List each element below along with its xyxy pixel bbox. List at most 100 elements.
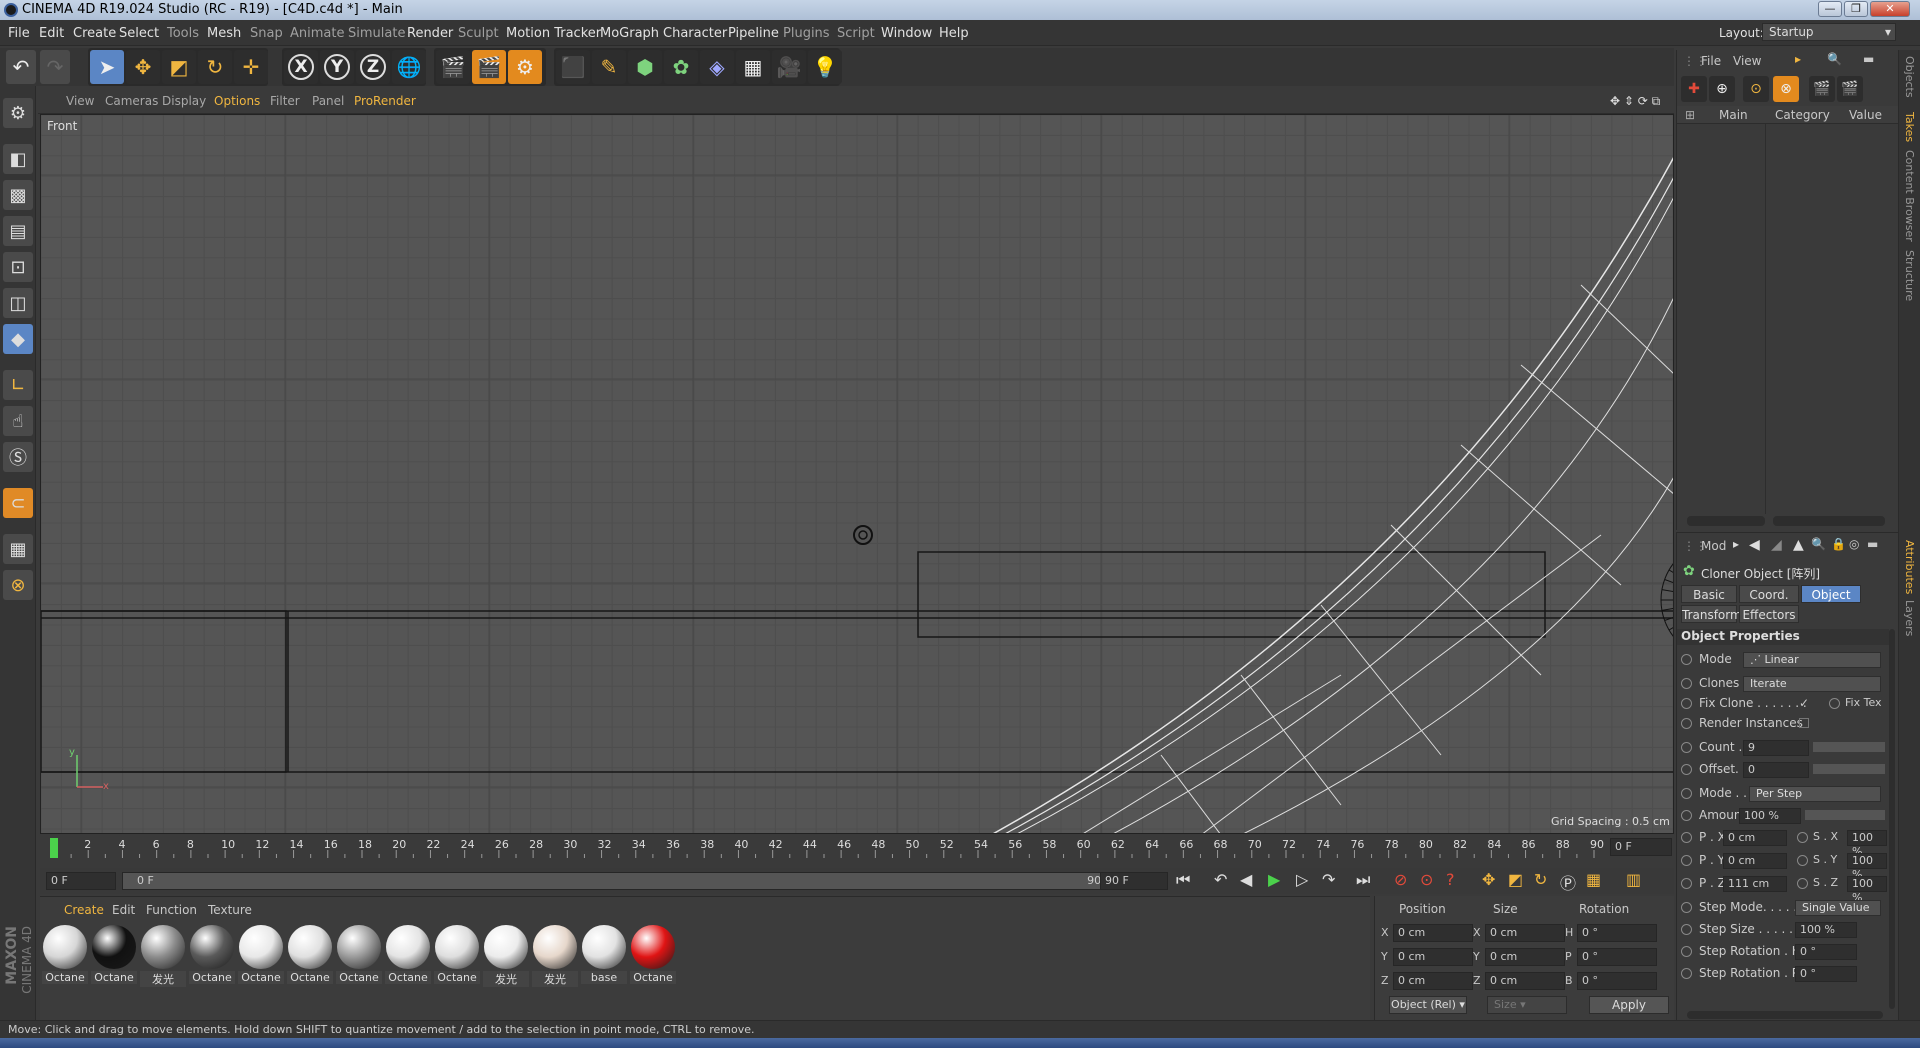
coord-rotation-field[interactable]: 0 ° bbox=[1577, 948, 1657, 966]
tweak-mode-icon[interactable]: ☝ bbox=[3, 406, 33, 436]
render-settings-icon[interactable]: ⚙ bbox=[508, 50, 542, 84]
new-window-icon[interactable]: ◎ bbox=[1849, 537, 1859, 551]
coord-size-field[interactable]: 0 cm bbox=[1485, 972, 1565, 990]
takes-icon[interactable]: ✚ bbox=[1681, 76, 1707, 102]
mode-dropdown[interactable]: ⋰ Linear bbox=[1743, 652, 1881, 668]
menu-script[interactable]: Script bbox=[837, 26, 875, 41]
texture-mode-icon[interactable]: ▩ bbox=[3, 180, 33, 210]
locked-workplane-icon[interactable]: ▦ bbox=[3, 534, 33, 564]
coord-position-field[interactable]: 0 cm bbox=[1393, 924, 1473, 942]
coord-size-dropdown[interactable]: Size ▾ bbox=[1487, 996, 1567, 1014]
menu-snap[interactable]: Snap bbox=[250, 26, 283, 41]
key-rotation-icon[interactable]: ↻ bbox=[1534, 870, 1547, 889]
autokey-icon[interactable]: ⊙ bbox=[1420, 870, 1433, 889]
count-slider[interactable] bbox=[1813, 742, 1885, 752]
layout-dropdown[interactable]: Startup ▾ bbox=[1762, 23, 1896, 41]
move-icon[interactable]: ✥ bbox=[126, 50, 160, 84]
previous-key-icon[interactable]: ↶ bbox=[1214, 870, 1227, 889]
keyframe-selection-icon[interactable]: ? bbox=[1446, 870, 1455, 889]
axis-y-button[interactable]: Y bbox=[320, 50, 354, 84]
material-item[interactable]: Octane bbox=[91, 925, 137, 989]
menu-plugins[interactable]: Plugins bbox=[783, 26, 830, 41]
menu-mograph[interactable]: MoGraph bbox=[600, 26, 659, 41]
animate-radio[interactable] bbox=[1681, 810, 1692, 821]
spline-pen-icon[interactable]: ✎ bbox=[592, 50, 626, 84]
animate-radio[interactable] bbox=[1797, 878, 1808, 889]
menu-file[interactable]: File bbox=[8, 26, 30, 41]
material-menu-edit[interactable]: Edit bbox=[112, 903, 135, 917]
scale-field[interactable]: 100 % bbox=[1847, 853, 1887, 881]
start-frame-field[interactable]: 0 F bbox=[46, 872, 116, 890]
tab-basic[interactable]: Basic bbox=[1681, 585, 1737, 603]
animate-radio[interactable] bbox=[1681, 654, 1692, 665]
left-scrollbar[interactable] bbox=[1687, 516, 1765, 526]
menu-pipeline[interactable]: Pipeline bbox=[728, 26, 779, 41]
render-view-icon[interactable]: 🎬 bbox=[436, 50, 470, 84]
position-field[interactable]: 111 cm bbox=[1723, 876, 1787, 892]
viewport-menu-cameras[interactable]: Cameras bbox=[105, 94, 158, 108]
step-rotation-h-field[interactable]: 0 ° bbox=[1795, 944, 1857, 960]
close-button[interactable]: ✕ bbox=[1870, 1, 1910, 17]
amount-field[interactable]: 100 % bbox=[1739, 808, 1801, 824]
animate-radio[interactable] bbox=[1681, 698, 1692, 709]
animate-radio[interactable] bbox=[1681, 878, 1692, 889]
lock-icon[interactable]: 🔒 bbox=[1831, 537, 1846, 551]
material-item[interactable]: base bbox=[581, 925, 627, 989]
scale-field[interactable]: 100 % bbox=[1847, 830, 1887, 858]
menu-edit[interactable]: Edit bbox=[39, 26, 64, 41]
menu-create[interactable]: Create bbox=[73, 26, 116, 41]
material-item[interactable]: Octane bbox=[189, 925, 235, 989]
step-size-field[interactable]: 100 % bbox=[1795, 922, 1857, 938]
previous-frame-icon[interactable]: ◀ bbox=[1240, 870, 1252, 889]
tab-objects[interactable]: Objects bbox=[1903, 56, 1916, 98]
menu-sculpt[interactable]: Sculpt bbox=[458, 26, 499, 41]
position-field[interactable]: 0 cm bbox=[1723, 830, 1787, 846]
amount-slider[interactable] bbox=[1805, 810, 1885, 820]
animate-radio[interactable] bbox=[1681, 855, 1692, 866]
camera-icon[interactable]: 🎥 bbox=[772, 50, 806, 84]
apply-button[interactable]: Apply bbox=[1589, 996, 1669, 1014]
menu-motion-tracker[interactable]: Motion Tracker bbox=[506, 26, 601, 41]
up-arrow-icon[interactable]: ◢ bbox=[1771, 537, 1782, 553]
animate-radio[interactable] bbox=[1681, 742, 1692, 753]
animate-radio[interactable] bbox=[1681, 924, 1692, 935]
material-menu-create[interactable]: Create bbox=[64, 903, 104, 917]
key-scale-icon[interactable]: ◩ bbox=[1508, 870, 1523, 889]
redo-icon[interactable]: ↷ bbox=[40, 50, 70, 84]
axis-z-button[interactable]: Z bbox=[356, 50, 390, 84]
cube-icon[interactable]: ⬛ bbox=[556, 50, 590, 84]
attr-scrollbar[interactable] bbox=[1889, 629, 1895, 1009]
menu-window[interactable]: Window bbox=[881, 26, 932, 41]
animate-radio[interactable] bbox=[1681, 832, 1692, 843]
make-editable-icon[interactable]: ⚙ bbox=[3, 98, 33, 128]
viewport-front[interactable]: Front y x Grid Spacing : 0.5 cm bbox=[40, 114, 1674, 834]
timeline-window-icon[interactable]: ▥ bbox=[1626, 870, 1641, 889]
position-field[interactable]: 0 cm bbox=[1723, 853, 1787, 869]
panel-icon[interactable]: ▬ bbox=[1867, 537, 1878, 551]
animate-radio[interactable] bbox=[1681, 718, 1692, 729]
record-keys-icon[interactable]: ⊘ bbox=[1394, 870, 1407, 889]
material-item[interactable]: Octane bbox=[630, 925, 676, 989]
material-item[interactable]: Octane bbox=[434, 925, 480, 989]
key-parameter-icon[interactable]: Ⓟ bbox=[1560, 870, 1576, 894]
mode-step-dropdown[interactable]: Per Step bbox=[1749, 786, 1881, 802]
axis-mode-icon[interactable]: ∟ bbox=[3, 370, 33, 400]
material-item[interactable]: Octane bbox=[336, 925, 382, 989]
transform-icon[interactable]: ✛ bbox=[234, 50, 268, 84]
current-frame-field[interactable]: 0 F bbox=[1610, 838, 1672, 856]
deformer-icon[interactable]: ◈ bbox=[700, 50, 734, 84]
tab-content-browser[interactable]: Content Browser bbox=[1903, 150, 1916, 242]
auto-take-icon[interactable]: ⊙ bbox=[1743, 76, 1769, 102]
render-all-takes-icon[interactable]: 🎬 bbox=[1837, 76, 1863, 102]
go-to-end-icon[interactable]: ⏭ bbox=[1356, 870, 1370, 890]
objmgr-menu-file[interactable]: File bbox=[1701, 54, 1721, 68]
search-icon[interactable]: 🔍 bbox=[1811, 537, 1826, 551]
viewport-menu-display[interactable]: Display bbox=[162, 94, 206, 108]
cloner-icon[interactable]: ✿ bbox=[664, 50, 698, 84]
polygons-mode-icon[interactable]: ◆ bbox=[3, 324, 33, 354]
offset-slider[interactable] bbox=[1813, 764, 1885, 774]
objmgr-menu-view[interactable]: View bbox=[1733, 54, 1761, 68]
coord-position-field[interactable]: 0 cm bbox=[1393, 948, 1473, 966]
coord-size-field[interactable]: 0 cm bbox=[1485, 948, 1565, 966]
key-position-icon[interactable]: ✥ bbox=[1482, 870, 1495, 889]
